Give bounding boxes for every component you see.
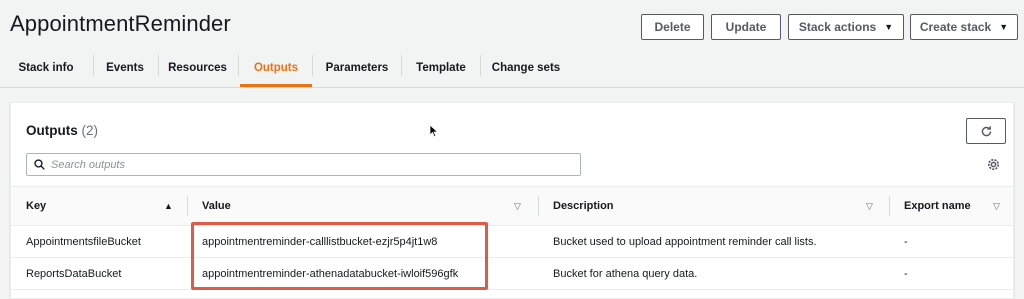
row-key: AppointmentsfileBucket [26, 236, 141, 248]
tab-divider [401, 55, 402, 76]
row-description: Bucket used to upload appointment remind… [553, 236, 817, 248]
stack-actions-button[interactable]: Stack actions ▼ [788, 14, 904, 40]
column-header-export-name[interactable]: Export name [904, 187, 971, 225]
caret-down-icon: ▼ [884, 22, 894, 32]
column-header-value[interactable]: Value [202, 187, 231, 225]
row-export-name: - [904, 268, 908, 280]
tab-change-sets[interactable]: Change sets [483, 50, 569, 86]
panel-title-text: Outputs [26, 123, 78, 138]
sort-icon[interactable]: ▽ [993, 201, 1000, 212]
header-divider [0, 87, 1024, 88]
tab-divider [238, 55, 239, 76]
sort-icon[interactable]: ▽ [866, 201, 873, 212]
row-value: appointmentreminder-athenadatabucket-iwl… [202, 268, 459, 280]
tab-divider [158, 55, 159, 76]
refresh-icon [981, 125, 991, 136]
sort-ascending-icon[interactable]: ▲ [164, 201, 173, 211]
search-icon [34, 159, 45, 170]
tab-divider [93, 55, 94, 76]
column-divider [187, 196, 188, 216]
search-box [26, 153, 581, 176]
update-button-label: Update [725, 20, 767, 34]
table-row: ReportsDataBucket appointmentreminder-at… [11, 258, 1013, 290]
panel-title: Outputs (2) [26, 123, 98, 138]
row-description: Bucket for athena query data. [553, 268, 698, 280]
row-value: appointmentreminder-calllistbucket-ezjr5… [202, 236, 438, 248]
tab-events[interactable]: Events [95, 50, 155, 86]
settings-icon[interactable] [986, 157, 1001, 172]
column-header-key[interactable]: Key [26, 187, 46, 225]
tab-divider [480, 55, 481, 76]
tab-divider [312, 55, 313, 76]
page-title: AppointmentReminder [10, 11, 231, 36]
tab-bar: Stack info Events Resources Outputs Para… [0, 50, 600, 88]
column-header-description[interactable]: Description [553, 187, 614, 225]
delete-button[interactable]: Delete [641, 14, 704, 40]
table-header: Key ▲ Value ▽ Description ▽ Export name … [11, 186, 1013, 226]
mouse-cursor-icon [429, 124, 439, 138]
refresh-button[interactable] [966, 118, 1006, 144]
column-divider [889, 196, 890, 216]
stack-actions-button-label: Stack actions [798, 20, 877, 34]
delete-button-label: Delete [654, 20, 691, 34]
tab-resources[interactable]: Resources [160, 50, 235, 86]
create-stack-button[interactable]: Create stack ▼ [910, 14, 1018, 40]
outputs-count: (2) [81, 123, 99, 138]
tab-parameters[interactable]: Parameters [314, 50, 400, 86]
tab-template[interactable]: Template [404, 50, 478, 86]
tab-stack-info[interactable]: Stack info [10, 50, 82, 86]
row-export-name: - [904, 236, 908, 248]
row-key: ReportsDataBucket [26, 268, 122, 280]
column-divider [538, 196, 539, 216]
create-stack-button-label: Create stack [919, 20, 992, 34]
caret-down-icon: ▼ [999, 22, 1009, 32]
search-input[interactable] [51, 158, 551, 171]
update-button[interactable]: Update [711, 14, 781, 40]
sort-icon[interactable]: ▽ [514, 201, 521, 212]
tab-outputs[interactable]: Outputs [240, 50, 312, 86]
outputs-panel: Outputs (2) Key ▲ Value ▽ Description ▽ … [10, 102, 1014, 299]
table-row: AppointmentsfileBucket appointmentremind… [11, 226, 1013, 258]
